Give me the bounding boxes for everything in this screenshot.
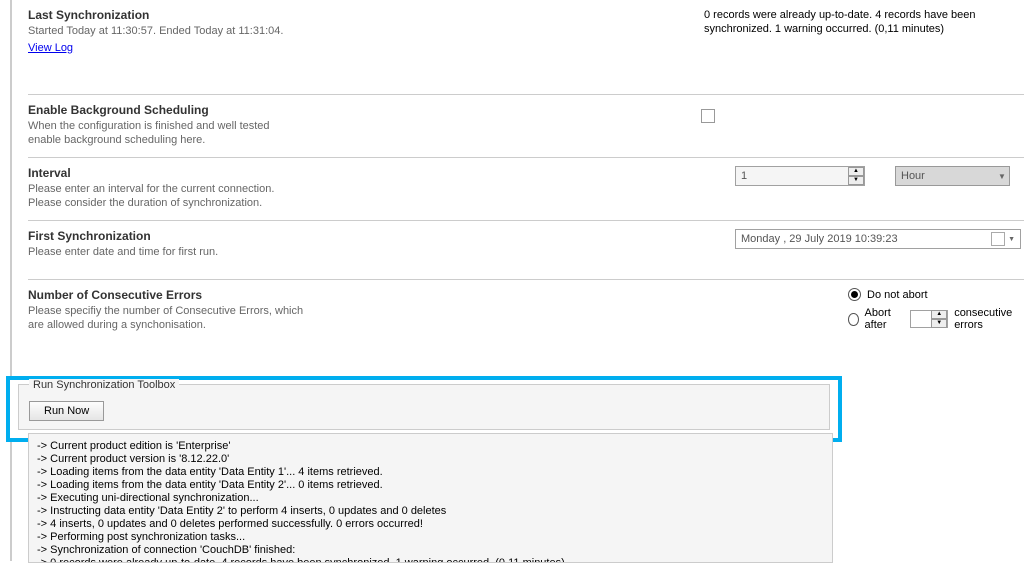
- interval-unit-value: Hour: [896, 170, 995, 182]
- log-line: -> Synchronization of connection 'CouchD…: [37, 544, 824, 557]
- abort-count-spinner[interactable]: ▲ ▼: [910, 310, 948, 328]
- log-line: -> 4 inserts, 0 updates and 0 deletes pe…: [37, 518, 824, 531]
- chevron-down-icon[interactable]: ▼: [1008, 236, 1015, 243]
- first-sync-section: First Synchronization Please enter date …: [28, 221, 1024, 280]
- background-scheduling-checkbox[interactable]: [701, 109, 715, 123]
- errors-section: Number of Consecutive Errors Please spec…: [28, 280, 1024, 362]
- run-now-button[interactable]: Run Now: [29, 401, 104, 421]
- interval-desc2: Please consider the duration of synchron…: [28, 196, 1024, 210]
- abort-after-label: Abort after: [865, 307, 905, 331]
- interval-down-icon[interactable]: ▼: [848, 176, 864, 185]
- toolbox-legend: Run Synchronization Toolbox: [29, 379, 179, 391]
- calendar-icon[interactable]: [991, 232, 1005, 246]
- log-line: -> Executing uni-directional synchroniza…: [37, 492, 824, 505]
- log-panel[interactable]: -> Current product edition is 'Enterpris…: [28, 433, 833, 563]
- log-line: -> Loading items from the data entity 'D…: [37, 479, 824, 492]
- background-desc1: When the configuration is finished and w…: [28, 119, 1024, 133]
- abort-after-suffix: consecutive errors: [954, 307, 1024, 331]
- log-line: -> Performing post synchronization tasks…: [37, 531, 824, 544]
- log-line: -> Instructing data entity 'Data Entity …: [37, 505, 824, 518]
- background-desc2: enable background scheduling here.: [28, 133, 1024, 147]
- log-line: -> 0 records were already up-to-date. 4 …: [37, 557, 824, 563]
- background-title: Enable Background Scheduling: [28, 103, 1024, 117]
- toolbox-fieldset: Run Synchronization Toolbox Run Now: [18, 384, 830, 430]
- interval-section: Interval Please enter an interval for th…: [28, 158, 1024, 221]
- log-line: -> Current product edition is 'Enterpris…: [37, 440, 824, 453]
- first-sync-datetime[interactable]: Monday , 29 July 2019 10:39:23 ▼: [735, 229, 1021, 249]
- do-not-abort-label: Do not abort: [867, 289, 928, 301]
- view-log-link[interactable]: View Log: [28, 42, 73, 54]
- abort-down-icon[interactable]: ▼: [931, 319, 947, 328]
- interval-value: 1: [736, 170, 848, 182]
- do-not-abort-radio[interactable]: [848, 288, 861, 301]
- abort-up-icon[interactable]: ▲: [931, 310, 947, 319]
- interval-up-icon[interactable]: ▲: [848, 167, 864, 176]
- first-sync-datetime-value: Monday , 29 July 2019 10:39:23: [741, 233, 991, 245]
- background-scheduling-section: Enable Background Scheduling When the co…: [28, 95, 1024, 158]
- chevron-down-icon: ▼: [995, 172, 1009, 181]
- sync-status-text: 0 records were already up-to-date. 4 rec…: [704, 8, 1014, 36]
- log-line: -> Loading items from the data entity 'D…: [37, 466, 824, 479]
- interval-spinner[interactable]: 1 ▲ ▼: [735, 166, 865, 186]
- abort-after-radio[interactable]: [848, 313, 859, 326]
- last-sync-section: Last Synchronization Started Today at 11…: [28, 0, 1024, 95]
- interval-unit-dropdown[interactable]: Hour ▼: [895, 166, 1010, 186]
- log-line: -> Current product version is '8.12.22.0…: [37, 453, 824, 466]
